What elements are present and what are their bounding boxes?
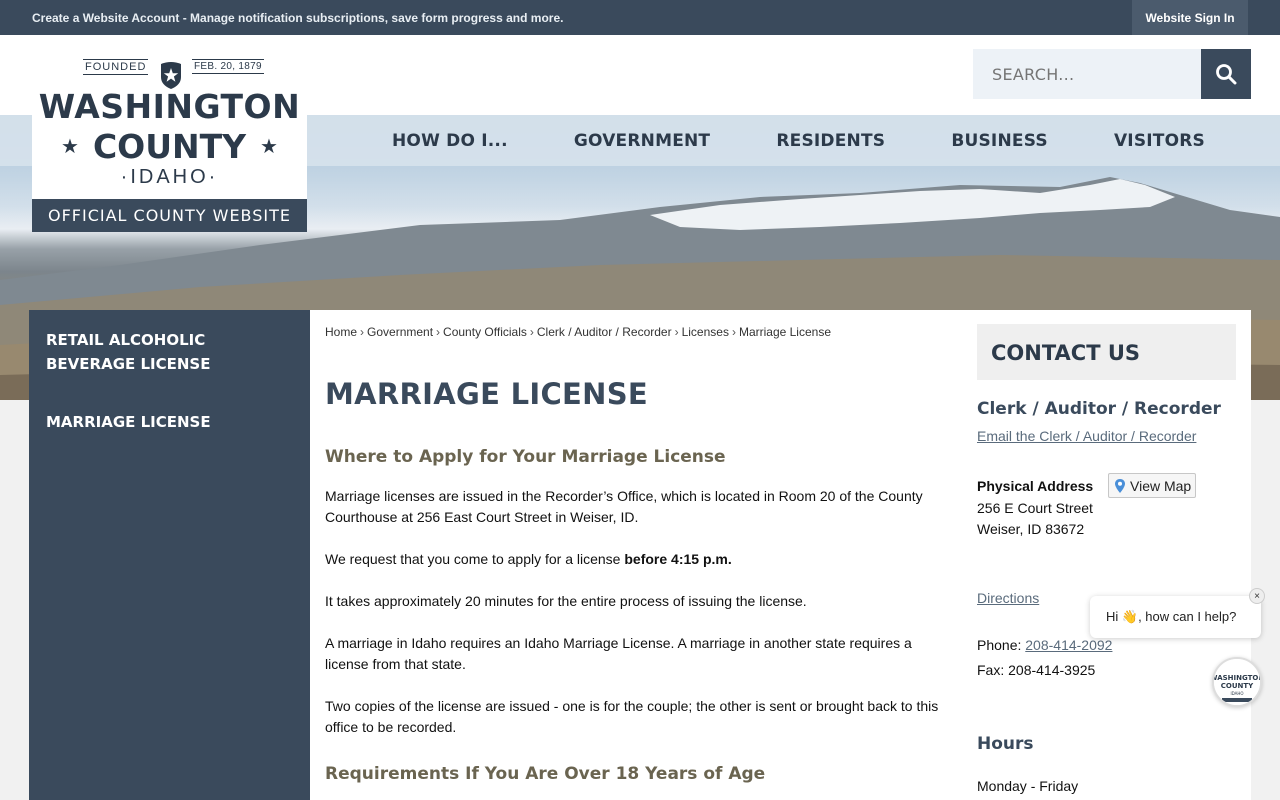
breadcrumb: Home › Government › County Officials › Clerk /…: [325, 325, 831, 339]
page-title: MARRIAGE LICENSE: [325, 377, 649, 411]
sidenav-retail-alcohol[interactable]: RETAIL ALCOHOLIC BEVERAGE LICENSE: [46, 328, 296, 376]
nav-business[interactable]: BUSINESS: [951, 131, 1048, 151]
paragraph-idaho-license: A marriage in Idaho requires an Idaho Ma…: [325, 635, 912, 672]
contact-us-header: CONTACT US: [977, 324, 1236, 380]
breadcrumb-licenses[interactable]: Licenses: [682, 325, 729, 339]
paragraph-location: Marriage licenses are issued in the Reco…: [325, 488, 923, 525]
email-clerk-link[interactable]: Email the Clerk / Auditor / Recorder: [977, 428, 1196, 444]
star-icon: ★: [260, 134, 278, 158]
paragraph-copies: Two copies of the license are issued - o…: [325, 698, 939, 735]
directions-link[interactable]: Directions: [977, 590, 1039, 606]
chat-avatar-button[interactable]: WASHINGTON COUNTY IDAHO: [1212, 657, 1262, 707]
star-icon: ★: [61, 134, 79, 158]
view-map-button[interactable]: View Map: [1108, 473, 1196, 498]
physical-address-label: Physical Address: [977, 478, 1094, 494]
county-logo[interactable]: FOUNDED FEB. 20, 1879 WASHINGTON ★ COUNTY…: [32, 35, 307, 232]
hours-title: Hours: [977, 734, 1034, 754]
paragraph-time-text: We request that you come to apply for a …: [325, 551, 625, 567]
view-map-label: View Map: [1130, 477, 1192, 494]
official-website-banner: OFFICIAL COUNTY WEBSITE: [32, 199, 307, 232]
nav-government[interactable]: GOVERNMENT: [574, 131, 710, 151]
main-content: Home › Government › County Officials › Clerk /…: [310, 310, 1251, 800]
breadcrumb-current: Marriage License: [738, 325, 831, 339]
breadcrumb-separator: ›: [731, 325, 736, 339]
logo-county-text: COUNTY: [92, 127, 247, 166]
nav-how-do-i[interactable]: HOW DO I...: [392, 131, 508, 151]
map-pin-icon: [1115, 478, 1125, 493]
seal-text-line2: COUNTY: [1221, 682, 1254, 690]
phone-label: Phone:: [977, 637, 1026, 653]
county-seal-icon: WASHINGTON COUNTY IDAHO: [1214, 659, 1260, 705]
breadcrumb-government[interactable]: Government: [367, 325, 433, 339]
breadcrumb-separator: ›: [674, 325, 679, 339]
paragraph-time: We request that you come to apply for a …: [325, 549, 950, 570]
breadcrumb-separator: ›: [360, 325, 365, 339]
nav-visitors[interactable]: VISITORS: [1114, 131, 1205, 151]
search-button[interactable]: [1201, 49, 1251, 99]
logo-washington: WASHINGTON: [38, 87, 301, 126]
address-city: Weiser, ID 83672: [977, 521, 1085, 537]
section-heading-requirements: Requirements If You Are Over 18 Years of…: [325, 764, 766, 784]
hours-days: Monday - Friday: [977, 778, 1079, 794]
logo-idaho-text: IDAHO: [130, 166, 209, 188]
side-nav: RETAIL ALCOHOLIC BEVERAGE LICENSE MARRIA…: [29, 310, 310, 800]
paragraph-time-bold: before 4:15 p.m.: [624, 551, 732, 567]
seal-text-line3: IDAHO: [1230, 691, 1243, 696]
top-account-bar: Create a Website Account - Manage notifi…: [0, 0, 1280, 35]
breadcrumb-separator: ›: [436, 325, 441, 339]
logo-idaho: ·IDAHO·: [120, 166, 219, 188]
logo-county: ★ COUNTY ★: [32, 127, 307, 166]
search-input[interactable]: [973, 49, 1201, 99]
breadcrumb-separator: ›: [529, 325, 534, 339]
breadcrumb-clerk[interactable]: Clerk / Auditor / Recorder: [537, 325, 672, 339]
contact-us-title: CONTACT US: [991, 341, 1141, 365]
contact-department: Clerk / Auditor / Recorder: [977, 399, 1221, 419]
address-street: 256 E Court Street: [977, 500, 1093, 516]
logo-founded-date: FEB. 20, 1879: [192, 59, 264, 74]
star-badge-icon: [161, 62, 181, 89]
seal-text-line1: WASHINGTON: [1214, 674, 1260, 682]
breadcrumb-county-officials[interactable]: County Officials: [443, 325, 527, 339]
website-sign-in-button[interactable]: Website Sign In: [1132, 0, 1248, 35]
search-icon: [1216, 64, 1237, 85]
paragraph-duration: It takes approximately 20 minutes for th…: [325, 593, 807, 609]
chat-close-button[interactable]: ×: [1249, 588, 1265, 604]
fax-text: Fax: 208-414-3925: [977, 662, 1096, 678]
section-heading-apply: Where to Apply for Your Marriage License: [325, 447, 726, 467]
main-nav: HOW DO I... GOVERNMENT RESIDENTS BUSINES…: [360, 115, 1250, 166]
logo-founded: FOUNDED: [83, 59, 149, 75]
sidenav-marriage-license[interactable]: MARRIAGE LICENSE: [46, 410, 296, 434]
create-account-link[interactable]: Create a Website Account - Manage notifi…: [32, 11, 563, 25]
phone-row: Phone: 208-414-2092: [977, 637, 1112, 653]
phone-link[interactable]: 208-414-2092: [1025, 637, 1112, 653]
chat-greeting-bubble[interactable]: Hi 👋, how can I help?: [1090, 596, 1261, 638]
nav-residents[interactable]: RESIDENTS: [776, 131, 885, 151]
breadcrumb-home[interactable]: Home: [325, 325, 357, 339]
